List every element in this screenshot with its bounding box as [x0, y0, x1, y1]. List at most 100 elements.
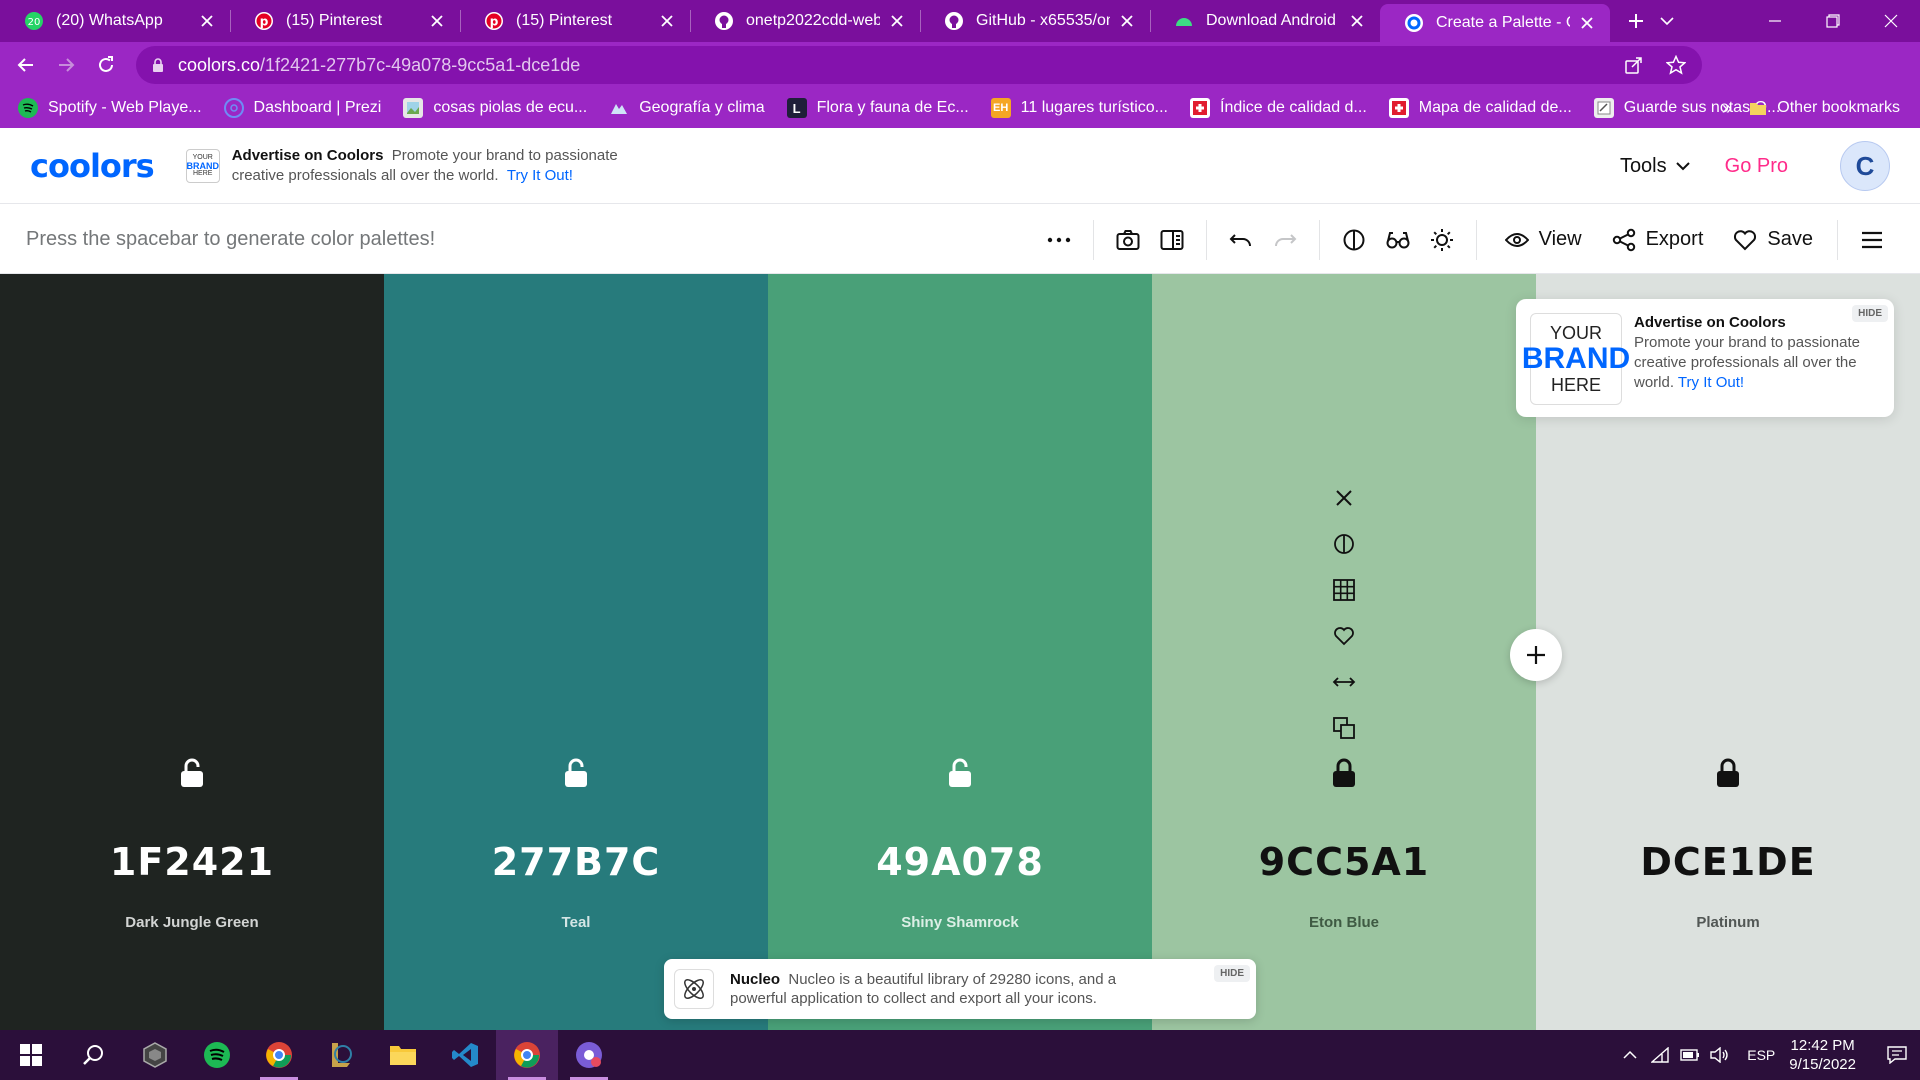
- hide-ad-button[interactable]: HIDE: [1214, 965, 1250, 982]
- input-language[interactable]: ESP: [1747, 1047, 1775, 1063]
- drag-arrows-icon[interactable]: [1331, 668, 1357, 696]
- close-icon[interactable]: [886, 10, 908, 32]
- folder-icon: [1749, 100, 1767, 116]
- other-bookmarks[interactable]: Other bookmarks: [1749, 88, 1900, 128]
- file-explorer-icon[interactable]: [372, 1030, 434, 1080]
- hamburger-menu-icon[interactable]: [1850, 218, 1894, 262]
- glasses-icon[interactable]: [1376, 218, 1420, 262]
- close-window-button[interactable]: [1862, 0, 1920, 42]
- close-icon[interactable]: [1346, 10, 1368, 32]
- url-text: coolors.co/1f2421-277b7c-49a078-9cc5a1-d…: [178, 55, 580, 76]
- tab-search-button[interactable]: [1644, 0, 1690, 42]
- windows-start-icon[interactable]: [0, 1030, 62, 1080]
- tab-github-1[interactable]: onetp2022cdd-web/R: [690, 0, 920, 42]
- tab-pinterest-1[interactable]: p (15) Pinterest: [230, 0, 460, 42]
- close-icon[interactable]: [196, 10, 218, 32]
- network-icon[interactable]: [1645, 1030, 1675, 1080]
- lock-open-icon[interactable]: [179, 758, 205, 788]
- close-icon[interactable]: [426, 10, 448, 32]
- more-options-icon[interactable]: [1037, 218, 1081, 262]
- share-icon[interactable]: [1624, 55, 1644, 75]
- tab-pinterest-2[interactable]: p (15) Pinterest: [460, 0, 690, 42]
- color-hex[interactable]: 49A078: [768, 840, 1152, 884]
- close-icon[interactable]: [1116, 10, 1138, 32]
- color-hex[interactable]: DCE1DE: [1536, 840, 1920, 884]
- search-icon[interactable]: [62, 1030, 124, 1080]
- volume-icon[interactable]: [1705, 1030, 1735, 1080]
- redo-icon[interactable]: [1263, 218, 1307, 262]
- chevron-up-icon[interactable]: [1615, 1030, 1645, 1080]
- bookmarks-overflow-button[interactable]: »: [1722, 88, 1732, 128]
- chrome-app-icon[interactable]: [558, 1030, 620, 1080]
- bookmark-flora[interactable]: L Flora y fauna de Ec...: [786, 98, 969, 118]
- lock-closed-icon[interactable]: [1331, 758, 1357, 788]
- hide-ad-button[interactable]: HIDE: [1852, 305, 1888, 322]
- back-button[interactable]: [6, 45, 46, 85]
- battery-icon[interactable]: [1675, 1030, 1705, 1080]
- lock-open-icon[interactable]: [947, 758, 973, 788]
- bookmark-prezi[interactable]: Dashboard | Prezi: [223, 98, 381, 118]
- user-avatar[interactable]: C: [1840, 141, 1890, 191]
- app-hexagon-icon[interactable]: [124, 1030, 186, 1080]
- vscode-icon[interactable]: [434, 1030, 496, 1080]
- notifications-icon[interactable]: [1874, 1030, 1920, 1080]
- copy-icon[interactable]: [1331, 714, 1357, 742]
- sidebar-layout-icon[interactable]: [1150, 218, 1194, 262]
- tab-coolors[interactable]: Create a Palette - Coo: [1380, 4, 1610, 42]
- export-button[interactable]: Export: [1612, 228, 1703, 252]
- color-swatch[interactable]: 49A078 Shiny Shamrock: [768, 274, 1152, 1030]
- star-icon[interactable]: [1666, 55, 1686, 75]
- ad-cta-link[interactable]: Try It Out!: [1678, 374, 1744, 391]
- color-hex[interactable]: 277B7C: [384, 840, 768, 884]
- minimize-button[interactable]: [1746, 0, 1804, 42]
- undo-icon[interactable]: [1219, 218, 1263, 262]
- save-button[interactable]: Save: [1733, 228, 1813, 251]
- contrast-icon[interactable]: [1332, 218, 1376, 262]
- ad-cta-link[interactable]: Try It Out!: [507, 167, 573, 184]
- heart-icon[interactable]: [1331, 622, 1357, 650]
- spotify-icon[interactable]: [186, 1030, 248, 1080]
- shades-icon[interactable]: [1331, 530, 1357, 558]
- nucleo-ad[interactable]: Nucleo Nucleo is a beautiful library of …: [664, 959, 1256, 1019]
- tab-android[interactable]: Download Android St: [1150, 0, 1380, 42]
- chrome-profile-icon[interactable]: [248, 1030, 310, 1080]
- close-icon[interactable]: [656, 10, 678, 32]
- bookmark-geografia[interactable]: Geografía y clima: [609, 98, 765, 118]
- spacebar-hint: Press the spacebar to generate color pal…: [26, 227, 436, 250]
- reload-icon: [99, 56, 113, 72]
- tab-github-2[interactable]: GitHub - x65535/one: [920, 0, 1150, 42]
- lock-open-icon[interactable]: [563, 758, 589, 788]
- remove-color-icon[interactable]: [1331, 484, 1357, 512]
- tab-whatsapp[interactable]: 20 (20) WhatsApp: [0, 0, 230, 42]
- chrome-icon[interactable]: [496, 1030, 558, 1080]
- clock[interactable]: 12:42 PM 9/15/2022: [1789, 1036, 1856, 1074]
- sun-icon[interactable]: [1420, 218, 1464, 262]
- svg-text:20: 20: [28, 17, 41, 28]
- side-ad-card[interactable]: YOUR BRAND HERE Advertise on Coolors Pro…: [1516, 299, 1894, 417]
- color-swatch-hovered[interactable]: 9CC5A1 Eton Blue: [1152, 274, 1536, 1030]
- camera-icon[interactable]: [1106, 218, 1150, 262]
- bookmark-spotify[interactable]: Spotify - Web Playe...: [18, 98, 202, 118]
- bookmark-indice[interactable]: Índice de calidad d...: [1190, 98, 1367, 118]
- color-swatch[interactable]: 277B7C Teal: [384, 274, 768, 1030]
- color-hex[interactable]: 9CC5A1: [1152, 840, 1536, 884]
- go-pro-link[interactable]: Go Pro: [1725, 155, 1788, 178]
- coolors-logo[interactable]: coolors: [30, 147, 155, 185]
- restore-button[interactable]: [1804, 0, 1862, 42]
- bookmark-mapa[interactable]: Mapa de calidad de...: [1388, 98, 1572, 118]
- header-ad[interactable]: YOUR BRAND HERE Advertise on Coolors Pro…: [185, 146, 618, 186]
- view-button[interactable]: View: [1504, 228, 1582, 251]
- tools-menu[interactable]: Tools: [1620, 155, 1691, 178]
- forward-button[interactable]: [46, 45, 86, 85]
- league-icon[interactable]: [310, 1030, 372, 1080]
- close-icon[interactable]: [1576, 12, 1598, 34]
- color-hex[interactable]: 1F2421: [0, 840, 384, 884]
- bookmark-cosas[interactable]: cosas piolas de ecu...: [403, 98, 587, 118]
- lock-closed-icon[interactable]: [1715, 758, 1741, 788]
- grid-icon[interactable]: [1331, 576, 1357, 604]
- address-bar[interactable]: coolors.co/1f2421-277b7c-49a078-9cc5a1-d…: [136, 46, 1702, 84]
- add-color-button[interactable]: [1510, 629, 1562, 681]
- reload-button[interactable]: [86, 45, 126, 85]
- bookmark-lugares[interactable]: EH 11 lugares turístico...: [990, 98, 1168, 118]
- color-swatch[interactable]: 1F2421 Dark Jungle Green: [0, 274, 384, 1030]
